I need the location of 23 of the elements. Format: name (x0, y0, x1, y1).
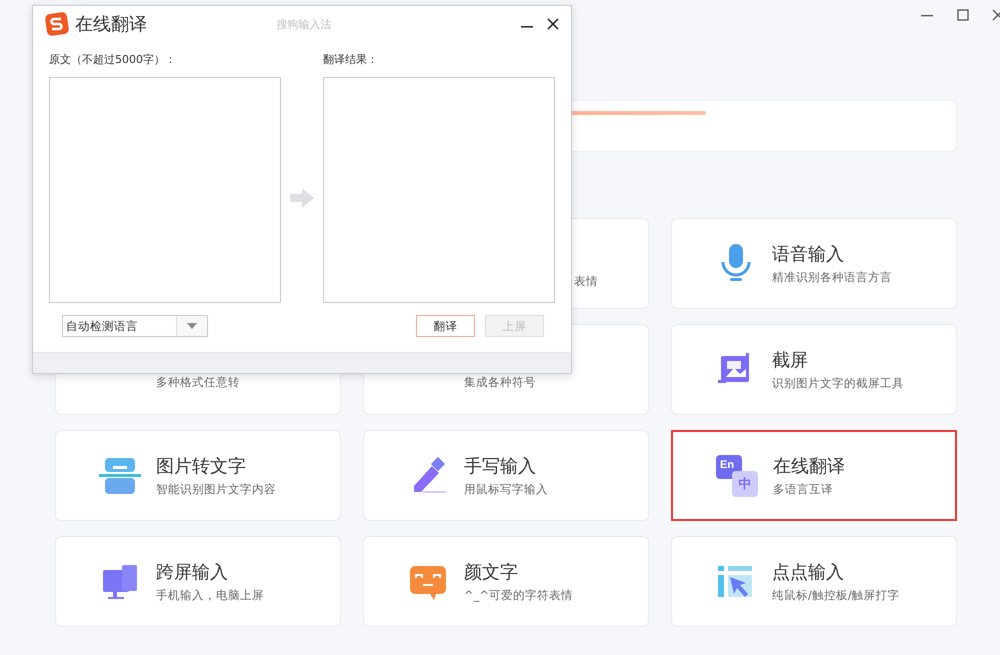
feature-subtitle: 多语言互译 (773, 482, 834, 497)
feature-subtitle: 表情 (574, 274, 598, 289)
feature-subtitle: 集成各种符号 (464, 375, 536, 390)
feature-subtitle: 智能识别图片文字内容 (156, 482, 276, 497)
source-label: 原文（不超过5000字）： (49, 52, 177, 67)
feature-title: 图片转文字 (156, 455, 247, 478)
dialog-title: 在线翻译 (75, 13, 147, 36)
feature-title: 在线翻译 (773, 455, 845, 478)
feature-title: 语音输入 (772, 243, 845, 266)
feature-title: 颜文字 (464, 561, 519, 584)
result-label: 翻译结果： (323, 52, 379, 67)
brand-label: 搜狗输入法 (276, 16, 332, 32)
feature-title: 跨屏输入 (156, 561, 229, 584)
feature-subtitle: ^_^可爱的字符表情 (464, 588, 574, 603)
feature-subtitle: 多种格式任意转 (156, 375, 240, 390)
feature-subtitle: 精准识别各种语言方言 (772, 270, 892, 285)
feature-title: 截屏 (772, 349, 809, 372)
feature-subtitle: 纯鼠标/触控板/触屏打字 (772, 588, 900, 603)
feature-title: 点点输入 (772, 561, 845, 584)
feature-subtitle: 识别图片文字的截屏工具 (772, 376, 904, 391)
feature-title: 手写输入 (464, 455, 537, 478)
feature-subtitle: 用鼠标写字输入 (464, 482, 548, 497)
feature-subtitle: 手机输入，电脑上屏 (156, 588, 264, 603)
